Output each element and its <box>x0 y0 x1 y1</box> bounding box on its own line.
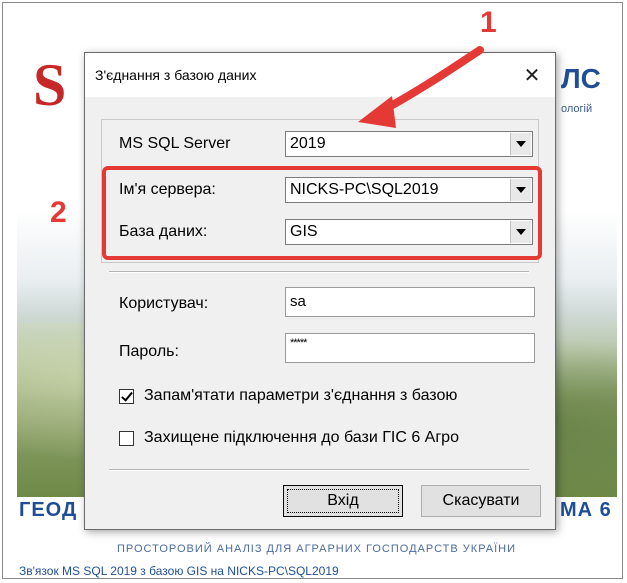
login-button[interactable]: Вхід <box>283 485 403 517</box>
remember-checkbox-row[interactable]: Запам'ятати параметри з'єднання з базою <box>119 387 457 405</box>
secure-checkbox-row[interactable]: Захищене підключення до бази ГІС 6 Агро <box>119 429 459 447</box>
password-label: Пароль: <box>119 343 179 360</box>
divider <box>109 271 529 273</box>
brand-subtext: ологій <box>561 103 593 115</box>
password-input[interactable]: ***** <box>285 333 535 363</box>
annotation-highlight-box <box>102 166 542 260</box>
cancel-button[interactable]: Скасувати <box>421 485 541 517</box>
secure-label: Захищене підключення до бази ГІС 6 Агро <box>144 429 459 446</box>
dialog-title: З'єднання з базою даних <box>95 67 257 83</box>
focus-rect <box>287 489 399 513</box>
cancel-button-label: Скасувати <box>442 492 520 509</box>
annotation-arrow-icon <box>358 46 484 128</box>
product-name-right: МА 6 <box>560 499 612 521</box>
close-button[interactable]: ✕ <box>509 53 555 97</box>
remember-label: Запам'ятати параметри з'єднання з базою <box>144 387 458 404</box>
dropdown-button[interactable] <box>510 133 531 155</box>
ms-sql-server-value: 2019 <box>290 135 326 152</box>
dialog-body: MS SQL Server 2019 Ім'я сервера: NICKS-P… <box>85 97 555 529</box>
logo-letter: S <box>33 52 67 118</box>
ms-sql-server-label: MS SQL Server <box>119 135 231 152</box>
secure-checkbox[interactable] <box>119 430 134 446</box>
remember-checkbox[interactable] <box>119 388 134 404</box>
divider <box>109 469 529 471</box>
status-line: Зв'язок MS SQL 2019 з базою GIS на NICKS… <box>19 564 339 578</box>
close-icon: ✕ <box>523 64 541 87</box>
user-input[interactable]: sa <box>285 287 535 317</box>
password-value: ***** <box>290 337 307 349</box>
chevron-down-icon <box>516 141 526 147</box>
annotation-step-2: 2 <box>50 196 67 229</box>
splash-subtitle: ПРОСТОРОВИЙ АНАЛІЗ ДЛЯ АГРАРНИХ ГОСПОДАР… <box>116 543 517 555</box>
product-name-left: ГЕОД <box>19 499 78 521</box>
brand-text: ЛС <box>561 63 601 94</box>
user-label: Користувач: <box>119 295 209 312</box>
user-value: sa <box>290 293 306 310</box>
